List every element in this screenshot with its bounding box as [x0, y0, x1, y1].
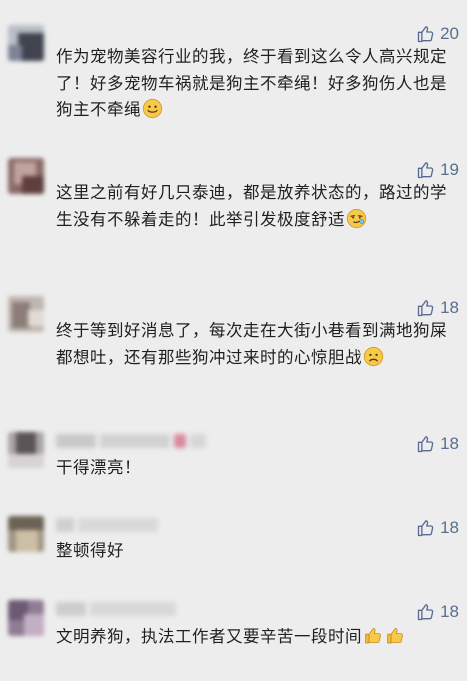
comment-text-content: 终于等到好消息了，每次走在大街小巷看到满地狗屎都想吐，还有那些狗冲过来时的心惊胆… [56, 321, 447, 367]
avatar[interactable] [8, 432, 44, 468]
like-button[interactable]: 20 [416, 23, 459, 45]
comment-text: 整顿得好 [56, 538, 449, 565]
like-count: 18 [440, 434, 459, 453]
comment-text: 文明养狗，执法工作者又要辛苦一段时间 [56, 624, 449, 651]
comment-text-content: 整顿得好 [56, 541, 124, 560]
avatar[interactable] [8, 296, 44, 332]
comment-item: 18 整顿得好 [0, 516, 467, 576]
comment-text: 这里之前有好几只泰迪，都是放养状态的，路过的学生没有不躲着走的！此举引发极度舒适 [56, 180, 449, 233]
comment-item: 19 这里之前有好几只泰迪，都是放养状态的，路过的学生没有不躲着走的！此举引发极… [0, 158, 467, 268]
avatar[interactable] [8, 158, 44, 194]
thumbs-up-icon [416, 24, 436, 44]
comment-text: 作为宠物美容行业的我，终于看到这么令人高兴规定了！好多宠物车祸就是狗主不牵绳！好… [56, 44, 449, 124]
comment-text-content: 文明养狗，执法工作者又要辛苦一段时间 [56, 627, 362, 646]
like-count: 19 [440, 160, 459, 179]
comment-item: 18 干得漂亮！ [0, 432, 467, 492]
like-count: 20 [440, 24, 459, 43]
like-button[interactable]: 18 [416, 433, 459, 455]
nickname-blurred[interactable] [56, 434, 206, 448]
like-button[interactable]: 18 [416, 517, 459, 539]
avatar[interactable] [8, 516, 44, 552]
comment-item: 20 作为宠物美容行业的我，终于看到这么令人高兴规定了！好多宠物车祸就是狗主不牵… [0, 23, 467, 133]
smug-emoji-icon [346, 208, 367, 229]
thumbs-up-icon [416, 160, 436, 180]
thumbs-up-emoji-icon [363, 625, 384, 646]
like-button[interactable]: 18 [416, 601, 459, 623]
like-count: 18 [440, 602, 459, 621]
comment-text-content: 作为宠物美容行业的我，终于看到这么令人高兴规定了！好多宠物车祸就是狗主不牵绳！好… [56, 47, 447, 119]
comment-text-content: 这里之前有好几只泰迪，都是放养状态的，路过的学生没有不躲着走的！此举引发极度舒适 [56, 183, 447, 229]
like-count: 18 [440, 518, 459, 537]
thumbs-up-icon [416, 518, 436, 538]
thumbs-up-icon [416, 298, 436, 318]
like-count: 18 [440, 298, 459, 317]
avatar[interactable] [8, 25, 44, 61]
thumbs-up-emoji-icon [385, 625, 406, 646]
avatar[interactable] [8, 600, 44, 636]
comment-item: 18 文明养狗，执法工作者又要辛苦一段时间 [0, 600, 467, 681]
nickname-blurred[interactable] [56, 602, 176, 616]
thumbs-up-icon [416, 434, 436, 454]
frown-emoji-icon [363, 346, 384, 367]
comment-item: 18 终于等到好消息了，每次走在大街小巷看到满地狗屎都想吐，还有那些狗冲过来时的… [0, 296, 467, 406]
thumbs-up-icon [416, 602, 436, 622]
comment-text: 干得漂亮！ [56, 455, 449, 482]
comment-text-content: 干得漂亮！ [56, 458, 141, 477]
nickname-blurred[interactable] [56, 518, 158, 532]
like-button[interactable]: 19 [416, 159, 459, 181]
comment-text: 终于等到好消息了，每次走在大街小巷看到满地狗屎都想吐，还有那些狗冲过来时的心惊胆… [56, 318, 449, 371]
like-button[interactable]: 18 [416, 297, 459, 319]
smile-emoji-icon [142, 98, 163, 119]
